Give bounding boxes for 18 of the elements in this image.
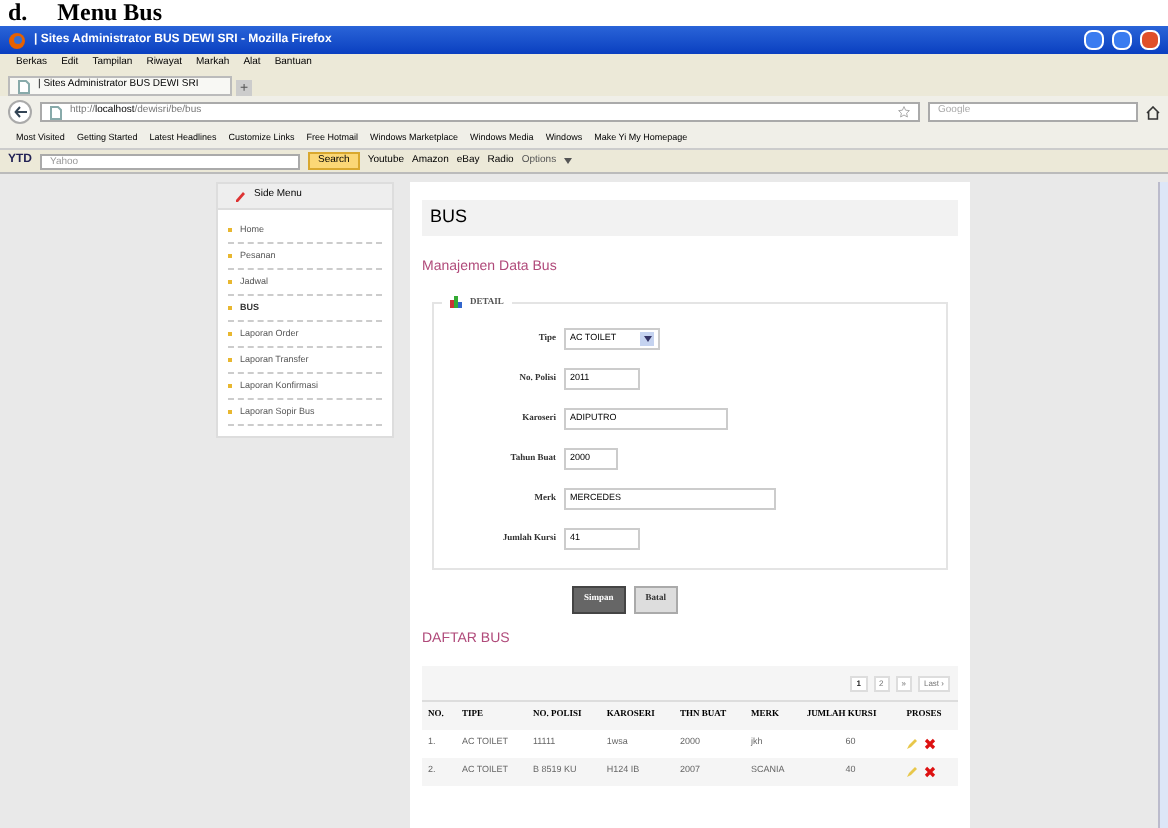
minimize-button[interactable] [1084,30,1104,50]
star-icon[interactable] [898,106,910,118]
back-arrow-icon [13,106,27,118]
scrollbar[interactable] [1158,182,1168,828]
dropdown-arrow-icon [640,332,654,346]
chart-icon [450,295,462,308]
pencil-icon [234,190,246,202]
page-title: BUS [422,200,958,236]
caret-icon [564,158,573,164]
back-button[interactable] [8,100,32,124]
home-icon[interactable] [1146,105,1160,119]
page-icon [50,105,62,119]
page-icon [18,79,30,93]
maximize-button[interactable] [1112,30,1132,50]
delete-icon[interactable] [924,765,937,777]
document-caption: d. Menu Bus [6,0,163,26]
close-button[interactable] [1140,30,1160,50]
delete-icon[interactable] [924,737,937,749]
